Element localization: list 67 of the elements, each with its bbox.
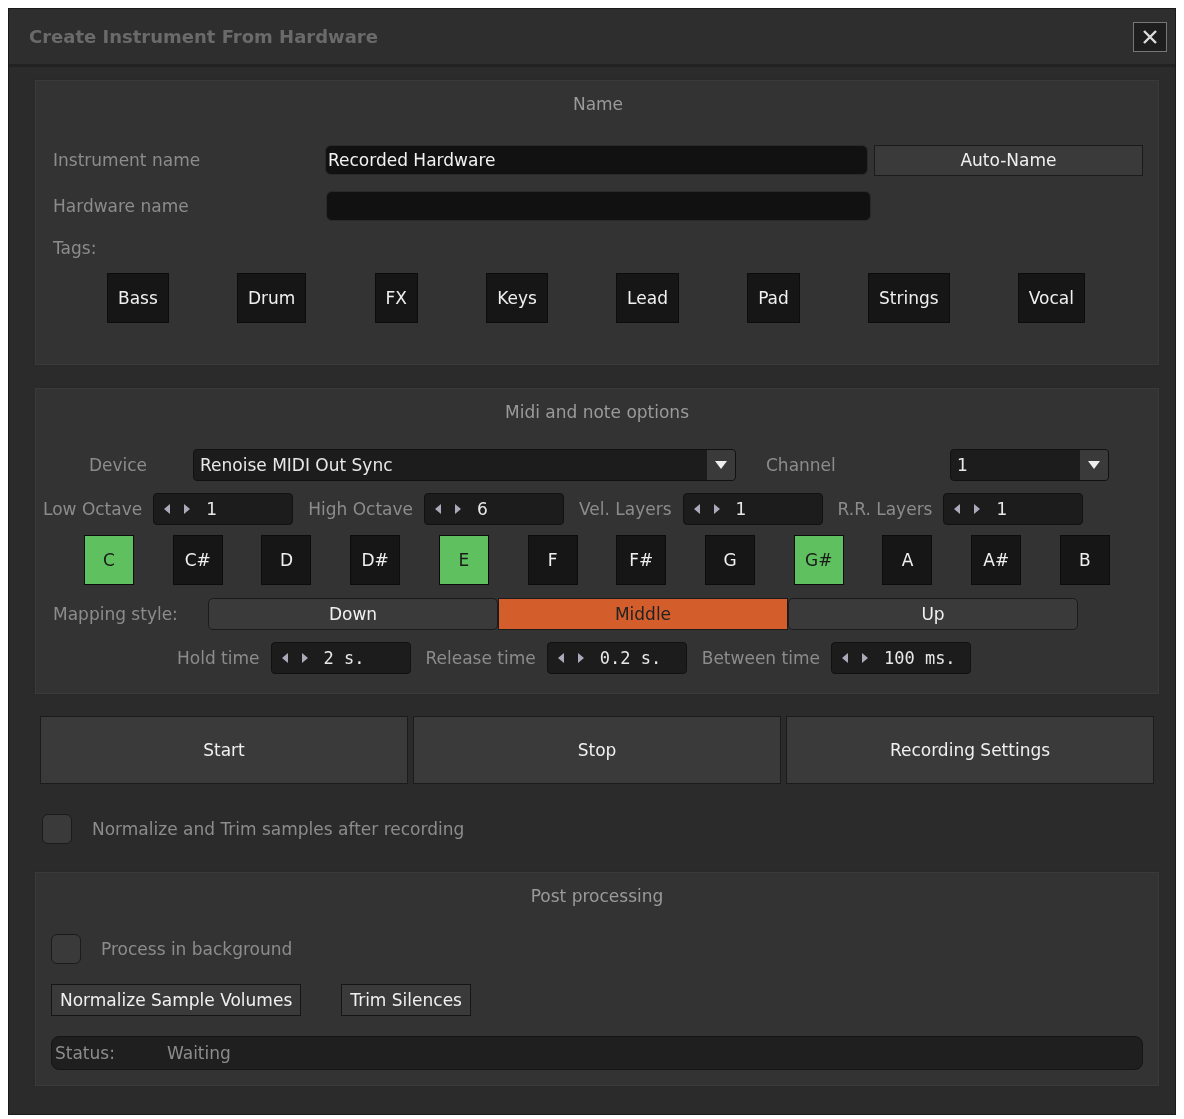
- checkbox[interactable]: [51, 934, 81, 964]
- value-spinner[interactable]: 100 ms.: [830, 642, 971, 674]
- instrument-name-field[interactable]: Recorded Hardware: [325, 145, 868, 175]
- mapping-style-label: Mapping style:: [53, 604, 179, 624]
- spinner-label: High Octave: [308, 499, 414, 519]
- spinner-label: Low Octave: [43, 499, 143, 519]
- tag-toggle[interactable]: Pad: [747, 273, 800, 323]
- mapping-style-option[interactable]: Up: [788, 598, 1078, 630]
- note-toggle[interactable]: G#: [793, 535, 844, 585]
- value-spinner[interactable]: 1: [943, 493, 1084, 525]
- spinner-label: R.R. Layers: [837, 499, 933, 519]
- section-heading: Name: [571, 94, 625, 114]
- action-button[interactable]: Stop: [413, 716, 781, 784]
- section-heading: Midi and note options: [504, 402, 690, 422]
- tag-toggle[interactable]: Drum: [237, 273, 307, 323]
- processing-button[interactable]: Normalize Sample Volumes: [51, 984, 302, 1016]
- action-button[interactable]: Recording Settings: [786, 716, 1154, 784]
- mapping-style-option[interactable]: Down: [208, 598, 498, 630]
- section-heading: Post processing: [529, 886, 665, 906]
- action-button[interactable]: Start: [40, 716, 408, 784]
- checkbox-label: Process in background: [101, 939, 293, 959]
- note-toggle[interactable]: B: [1059, 535, 1110, 585]
- device-label: Device: [87, 455, 149, 475]
- note-toggle[interactable]: F#: [616, 535, 667, 585]
- close-button[interactable]: [1133, 21, 1167, 52]
- note-toggle[interactable]: A: [882, 535, 933, 585]
- value-spinner[interactable]: 1: [682, 493, 823, 525]
- tag-toggle[interactable]: Lead: [616, 273, 679, 323]
- status-text: Waiting: [167, 1043, 231, 1063]
- note-toggle[interactable]: C: [84, 535, 134, 585]
- note-toggle[interactable]: D: [261, 535, 312, 585]
- tag-toggle[interactable]: Vocal: [1017, 273, 1085, 323]
- checkbox-label: Normalize and Trim samples after recording: [92, 819, 465, 839]
- value-spinner[interactable]: 2 s.: [270, 642, 411, 674]
- channel-dropdown[interactable]: 1: [950, 449, 1109, 481]
- tags-label: Tags:: [53, 238, 98, 258]
- tag-toggle[interactable]: Keys: [486, 273, 548, 323]
- channel-label: Channel: [766, 455, 837, 475]
- field-label: Hardware name: [53, 196, 190, 216]
- checkbox[interactable]: [42, 814, 72, 844]
- note-toggle[interactable]: C#: [172, 535, 223, 585]
- dropdown-arrow-icon: [1087, 460, 1101, 470]
- note-toggle[interactable]: D#: [350, 535, 401, 585]
- processing-button[interactable]: Trim Silences: [341, 984, 471, 1016]
- window-title: Create Instrument From Hardware: [29, 26, 378, 47]
- dropdown-arrow-icon: [714, 460, 728, 470]
- hardware-name-field[interactable]: [326, 191, 871, 221]
- auto-name-button[interactable]: Auto-Name: [873, 144, 1143, 176]
- note-toggle[interactable]: F: [527, 535, 578, 585]
- field-label: Instrument name: [53, 150, 202, 170]
- value-spinner[interactable]: 0.2 s.: [546, 642, 687, 674]
- tag-toggle[interactable]: Bass: [107, 273, 169, 323]
- time-label: Between time: [701, 648, 820, 668]
- close-icon: [1142, 28, 1158, 45]
- spinner-label: Vel. Layers: [579, 499, 672, 519]
- time-label: Hold time: [177, 648, 260, 668]
- tag-toggle[interactable]: Strings: [868, 273, 950, 323]
- tag-toggle[interactable]: FX: [374, 273, 419, 323]
- value-spinner[interactable]: 1: [153, 493, 294, 525]
- note-toggle[interactable]: G: [705, 535, 756, 585]
- note-toggle[interactable]: A#: [971, 535, 1022, 585]
- value-spinner[interactable]: 6: [424, 493, 565, 525]
- mapping-style-option[interactable]: Middle: [498, 598, 788, 630]
- time-label: Release time: [425, 648, 536, 668]
- status-label: Status:: [55, 1043, 116, 1063]
- device-dropdown[interactable]: Renoise MIDI Out Sync: [193, 449, 736, 481]
- note-toggle[interactable]: E: [438, 535, 489, 585]
